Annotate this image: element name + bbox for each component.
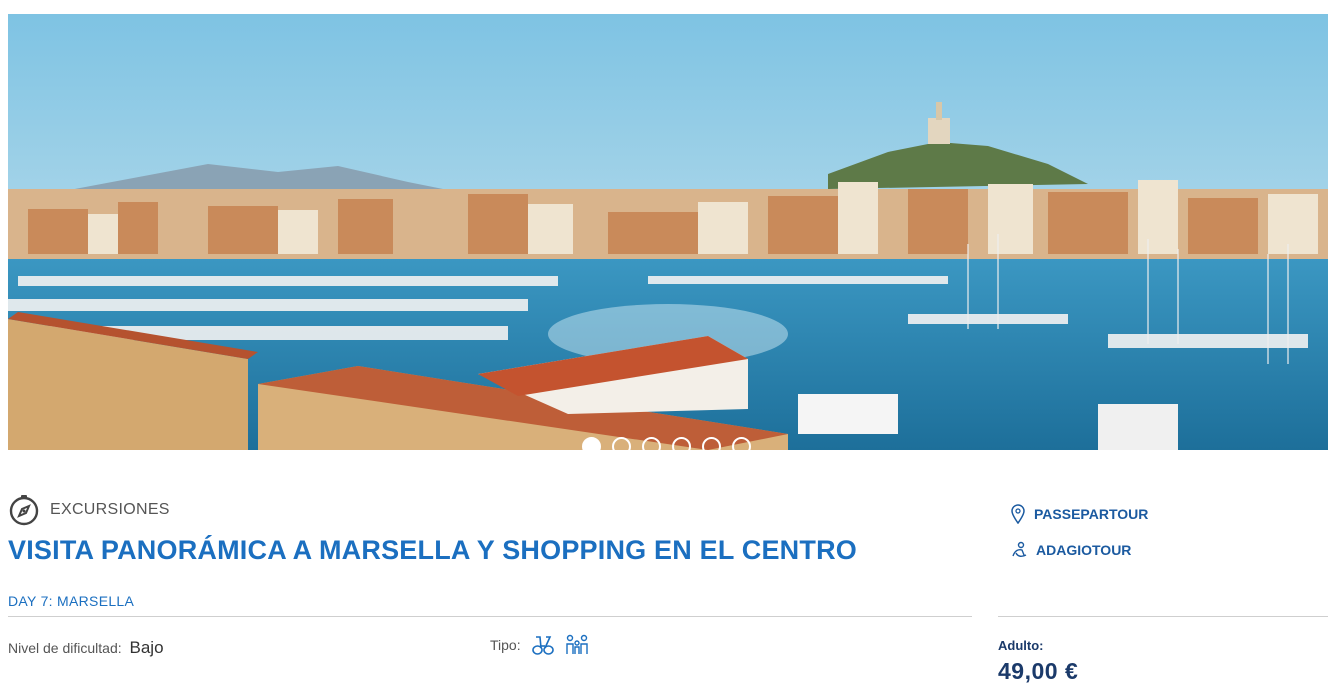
brand-adagiotour-label: ADAGIOTOUR	[1036, 542, 1132, 558]
carousel-dot-1[interactable]	[582, 437, 601, 450]
carousel-dot-4[interactable]	[672, 437, 691, 450]
carousel-indicators	[582, 437, 751, 450]
brand-passepartour[interactable]: PASSEPARTOUR	[1010, 504, 1148, 524]
binoculars-icon	[531, 636, 554, 655]
excursion-title: VISITA PANORÁMICA A MARSELLA Y SHOPPING …	[8, 535, 857, 565]
compass-icon	[9, 495, 39, 526]
adult-price-label: Adulto:	[998, 638, 1044, 653]
brand-adagiotour[interactable]: ADAGIOTOUR	[1010, 541, 1131, 559]
difficulty-value: Bajo	[129, 638, 164, 657]
divider	[8, 616, 972, 617]
divider	[998, 616, 1328, 617]
carousel-dot-3[interactable]	[642, 437, 661, 450]
location-pin-icon	[1011, 504, 1025, 524]
carousel-dot-5[interactable]	[702, 437, 721, 450]
type-row: Tipo:	[490, 634, 599, 656]
type-label: Tipo:	[490, 637, 521, 653]
adult-price: 49,00 €	[998, 658, 1079, 684]
category-label: EXCURSIONES	[50, 501, 170, 518]
harbour-photo	[8, 14, 1328, 450]
category-row: EXCURSIONES	[8, 494, 170, 526]
carousel-dot-2[interactable]	[612, 437, 631, 450]
day-label: DAY 7: MARSELLA	[8, 593, 135, 609]
relax-icon	[1012, 541, 1027, 558]
brand-passepartour-label: PASSEPARTOUR	[1034, 506, 1149, 522]
difficulty-label: Nivel de dificultad:	[8, 640, 122, 656]
family-icon	[565, 634, 588, 654]
carousel-dot-6[interactable]	[732, 437, 751, 450]
difficulty: Nivel de dificultad: Bajo	[8, 638, 164, 658]
hero-image	[8, 14, 1328, 450]
